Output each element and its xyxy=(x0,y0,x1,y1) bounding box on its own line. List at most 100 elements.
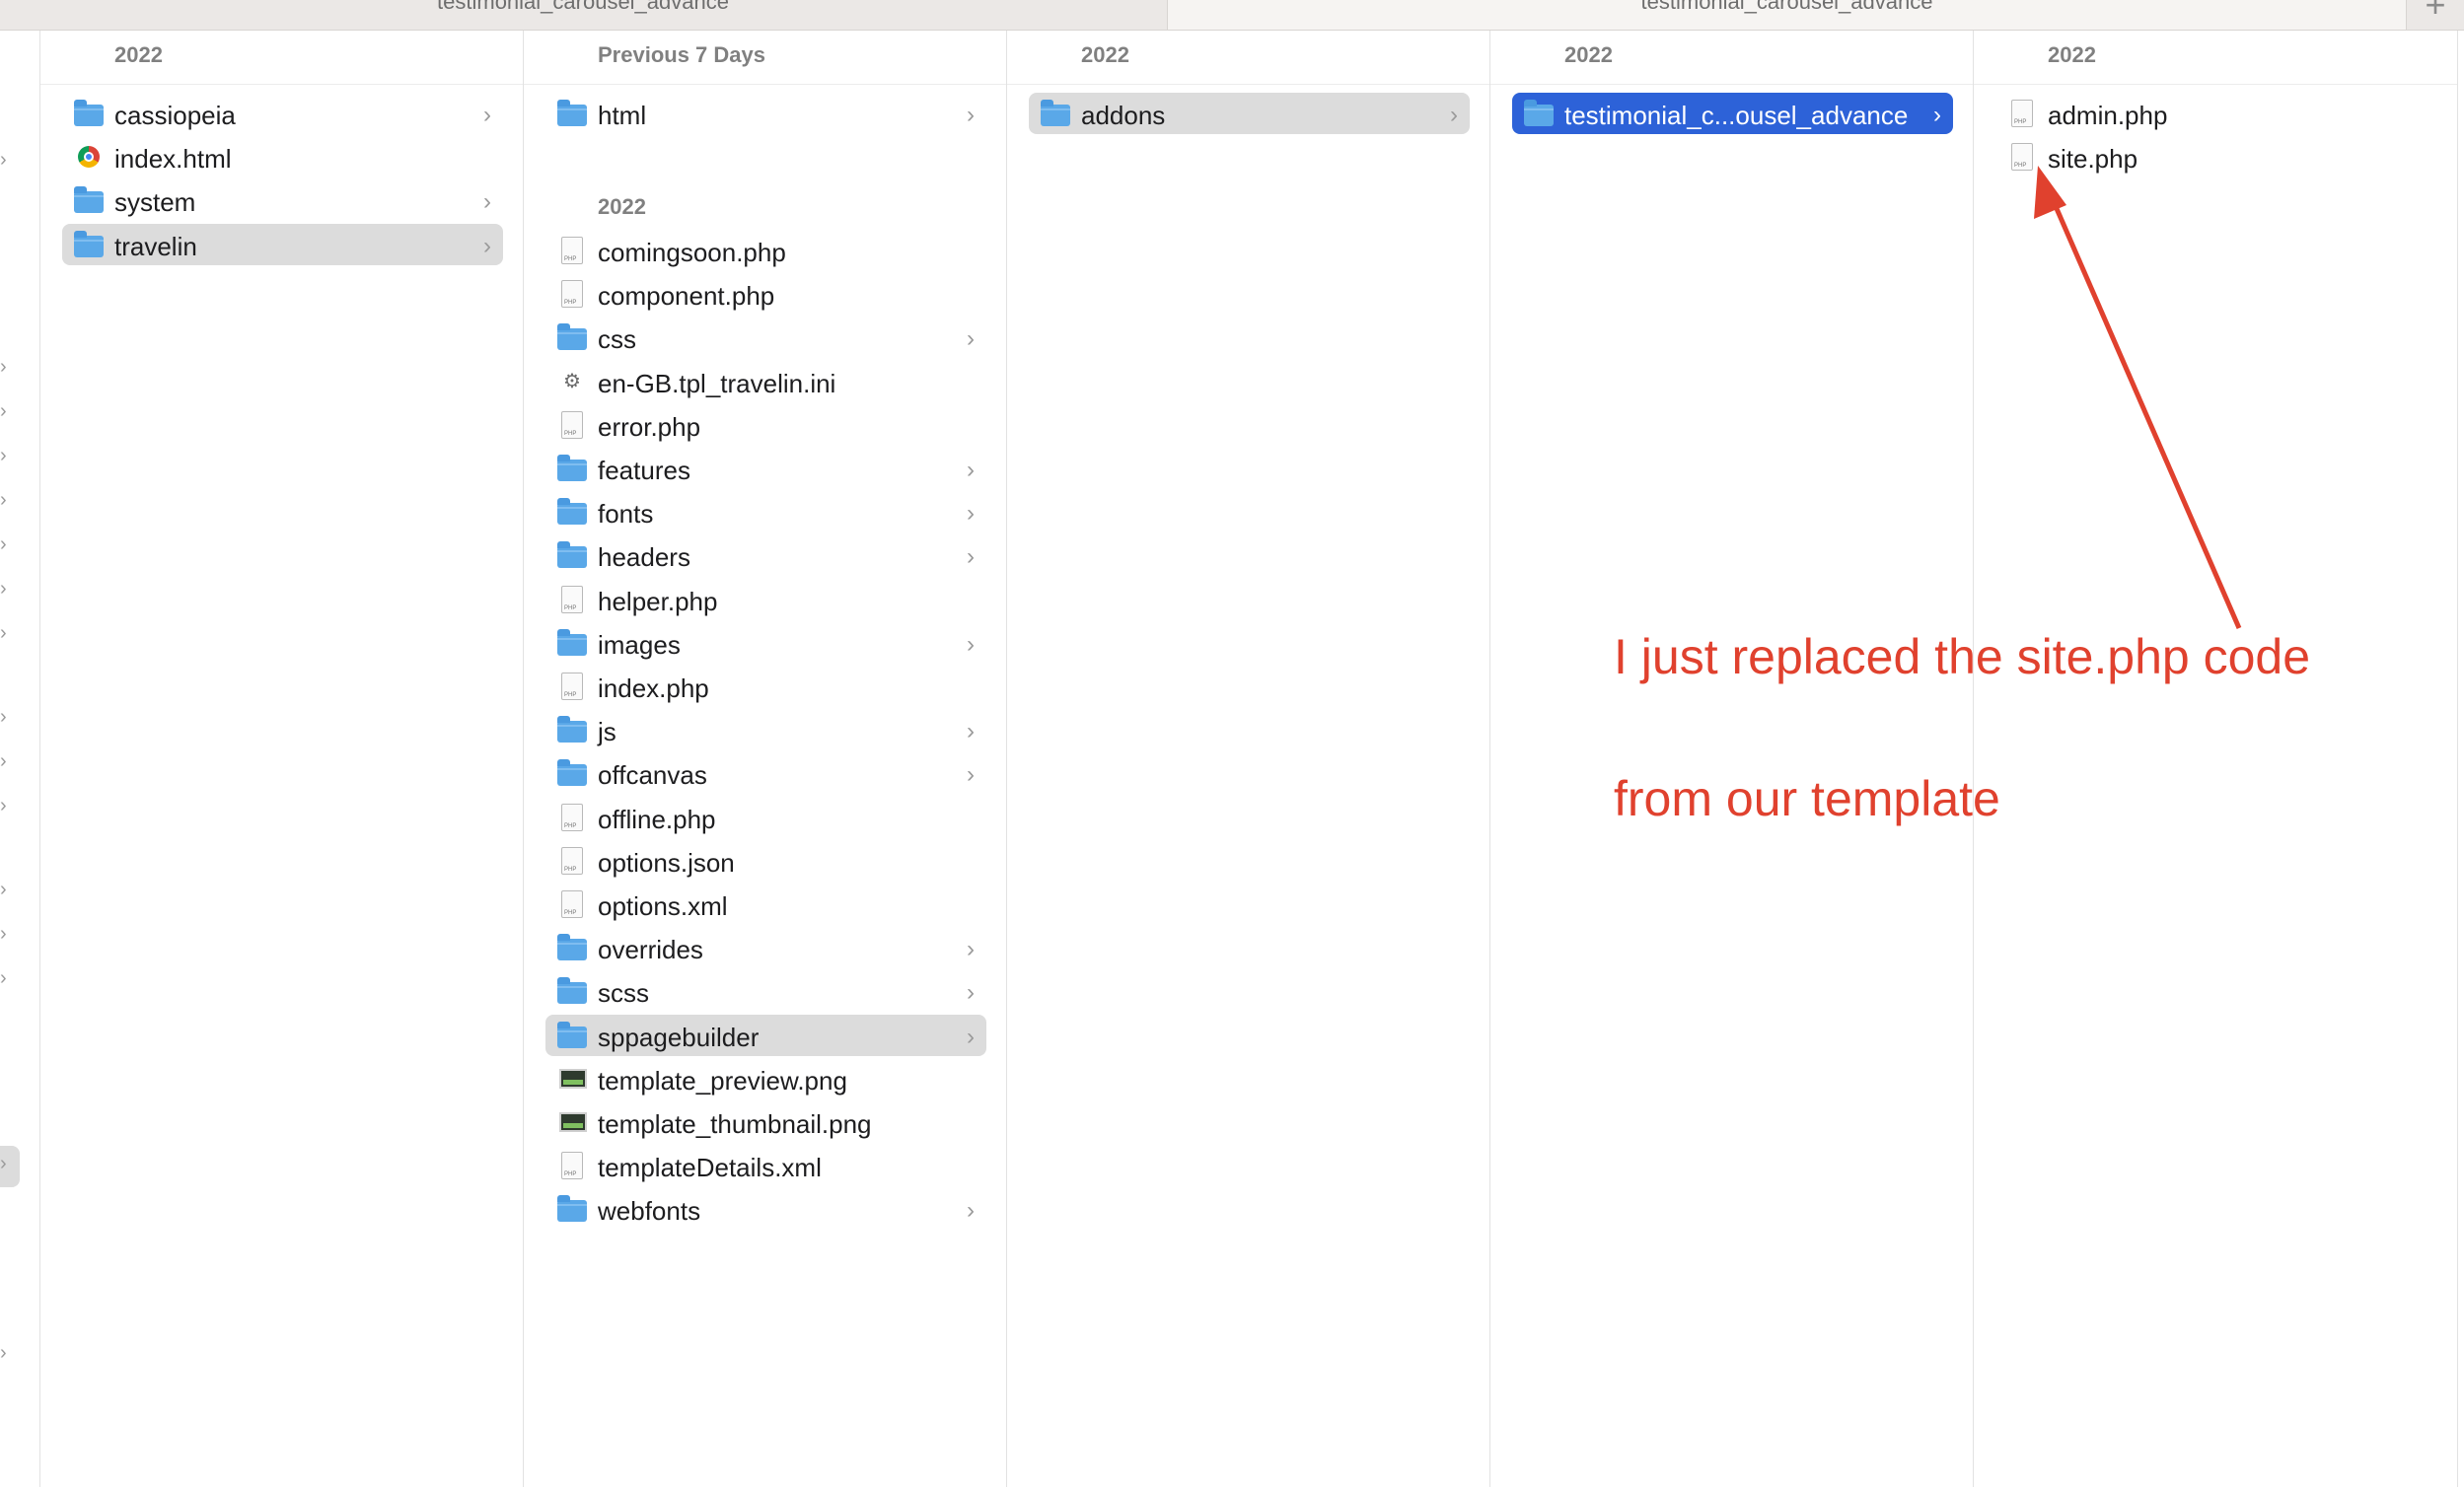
file-row[interactable]: component.php xyxy=(545,273,986,315)
folder-row[interactable]: cassiopeia › xyxy=(62,93,503,134)
php-file-icon xyxy=(2011,100,2033,127)
xml-file-icon xyxy=(561,890,583,918)
folder-row[interactable]: features › xyxy=(545,448,986,489)
folder-icon xyxy=(74,230,104,257)
folder-row[interactable]: scss › xyxy=(545,970,986,1012)
folder-icon xyxy=(557,455,587,481)
folder-row[interactable]: css › xyxy=(545,317,986,358)
chevron-right-icon: › xyxy=(0,1342,7,1364)
settings-file-icon: ⚙ xyxy=(563,370,581,392)
folder-icon xyxy=(557,716,587,744)
folder-icon xyxy=(74,186,104,214)
chevron-right-icon: › xyxy=(0,967,7,989)
file-row[interactable]: index.html xyxy=(62,136,503,177)
file-row[interactable]: offline.php xyxy=(545,797,986,838)
file-row[interactable]: template_thumbnail.png xyxy=(545,1101,986,1143)
item-name: sppagebuilder xyxy=(598,1022,760,1052)
file-row[interactable]: ⚙ en-GB.tpl_travelin.ini xyxy=(545,361,986,402)
folder-row[interactable]: addons › xyxy=(1029,93,1470,134)
tab-testimonial-2-active[interactable]: testimonial_carousel_advance xyxy=(1167,0,2407,30)
item-name: system xyxy=(114,187,196,218)
item-name: fonts xyxy=(598,499,654,530)
item-name: js xyxy=(598,717,616,747)
column-travelin[interactable]: Previous 7 Days html › 2022 comingsoon.ph… xyxy=(524,31,1007,1487)
folder-row[interactable]: js › xyxy=(545,709,986,750)
file-row[interactable]: index.php xyxy=(545,666,986,707)
new-tab-button[interactable]: + xyxy=(2407,0,2464,30)
item-name: html xyxy=(598,101,647,130)
php-file-icon xyxy=(561,673,583,700)
file-row[interactable]: template_preview.png xyxy=(545,1058,986,1099)
chevron-right-icon: › xyxy=(967,325,975,353)
image-file-icon xyxy=(559,1068,587,1089)
chrome-icon xyxy=(78,146,100,169)
item-name: index.php xyxy=(598,673,709,703)
column-testimonial[interactable]: 2022 admin.php site.php xyxy=(1974,31,2458,1487)
item-name: css xyxy=(598,324,636,355)
chevron-right-icon: › xyxy=(0,750,7,772)
folder-row[interactable]: headers › xyxy=(545,534,986,576)
folder-icon xyxy=(557,541,587,569)
json-file-icon xyxy=(561,846,583,875)
item-name: addons xyxy=(1081,101,1166,130)
item-name: error.php xyxy=(598,411,701,442)
chevron-right-icon: › xyxy=(967,718,975,745)
file-row[interactable]: templateDetails.xml xyxy=(545,1145,986,1186)
file-row[interactable]: comingsoon.php xyxy=(545,230,986,271)
folder-row[interactable]: travelin › xyxy=(62,223,503,265)
folder-row[interactable]: system › xyxy=(62,179,503,221)
item-name: travelin xyxy=(114,231,197,261)
folder-icon xyxy=(557,498,587,526)
tab-testimonial-1[interactable]: testimonial_carousel_advance xyxy=(0,0,1166,30)
item-name: component.php xyxy=(598,281,775,312)
chevron-right-icon: › xyxy=(0,923,7,945)
item-name: template_preview.png xyxy=(598,1065,847,1096)
folder-icon xyxy=(557,100,587,126)
chevron-right-icon: › xyxy=(0,795,7,816)
chevron-right-icon: › xyxy=(967,102,975,128)
chevron-right-icon: › xyxy=(967,936,975,963)
item-name: scss xyxy=(598,978,649,1009)
folder-row[interactable]: offcanvas › xyxy=(545,752,986,794)
column-subheader: 2022 xyxy=(598,194,646,219)
chevron-right-icon: › xyxy=(0,1153,7,1174)
chevron-right-icon: › xyxy=(0,706,7,728)
folder-row[interactable]: images › xyxy=(545,622,986,664)
file-row[interactable]: helper.php xyxy=(545,579,986,620)
folder-icon xyxy=(557,628,587,656)
folder-icon xyxy=(557,323,587,351)
file-row[interactable]: admin.php xyxy=(1995,93,2437,134)
chevron-right-icon: › xyxy=(0,622,7,644)
folder-row[interactable]: webfonts › xyxy=(545,1188,986,1230)
item-name: options.xml xyxy=(598,891,728,921)
php-file-icon xyxy=(561,280,583,309)
image-file-icon xyxy=(559,1112,587,1132)
item-name: offcanvas xyxy=(598,760,707,791)
file-row[interactable]: site.php xyxy=(1995,136,2437,177)
tab-label: testimonial_carousel_advance xyxy=(437,0,729,14)
column-header: 2022 xyxy=(1007,31,1489,85)
chevron-right-icon: › xyxy=(483,102,491,128)
item-name: offline.php xyxy=(598,804,716,834)
php-file-icon xyxy=(2011,143,2033,172)
file-row[interactable]: error.php xyxy=(545,404,986,446)
item-name: en-GB.tpl_travelin.ini xyxy=(598,368,836,398)
php-file-icon xyxy=(561,410,583,439)
folder-row[interactable]: fonts › xyxy=(545,491,986,532)
folder-row[interactable]: overrides › xyxy=(545,927,986,968)
php-file-icon xyxy=(561,585,583,613)
chevron-right-icon: › xyxy=(967,761,975,789)
column-templates[interactable]: 2022 cassiopeia › index.html system › traveli… xyxy=(40,31,524,1487)
column-sppagebuilder[interactable]: 2022 addons › xyxy=(1007,31,1490,1487)
file-row[interactable]: options.xml xyxy=(545,884,986,925)
item-name: index.html xyxy=(114,144,232,175)
folder-row[interactable]: sppagebuilder › xyxy=(545,1014,986,1056)
folder-row[interactable]: testimonial_c...ousel_advance › xyxy=(1512,93,1953,134)
file-row[interactable]: options.json xyxy=(545,840,986,882)
chevron-right-icon: › xyxy=(0,879,7,900)
column-addons[interactable]: 2022 testimonial_c...ousel_advance › xyxy=(1490,31,1974,1487)
item-name: headers xyxy=(598,542,690,573)
chevron-right-icon: › xyxy=(967,1023,975,1050)
folder-row[interactable]: html › xyxy=(545,93,986,134)
column-parent-edge[interactable]: › › › › › › › › › › › › › › › › › xyxy=(0,31,40,1487)
